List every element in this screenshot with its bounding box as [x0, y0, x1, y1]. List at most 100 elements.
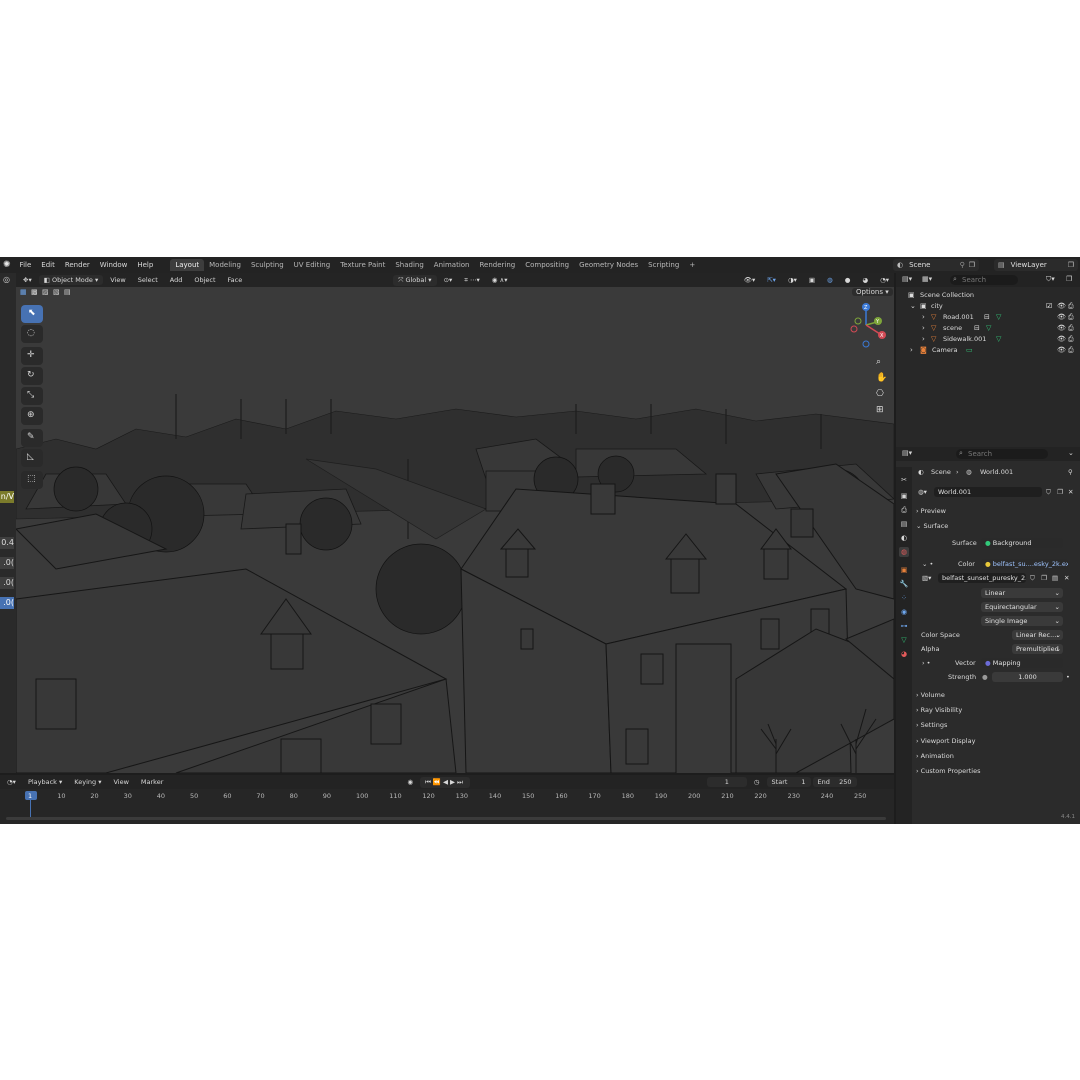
menu-marker[interactable]: Marker	[136, 777, 168, 787]
scene-selector[interactable]: ◐ Scene ⚲ ❐	[893, 259, 979, 271]
pin-icon[interactable]: ⚲	[960, 261, 965, 269]
outliner-row-scene[interactable]: › ▽ scene ⊟ ▽ 👁 ⎙	[896, 323, 1080, 334]
render-camera-icon[interactable]: ⎙	[1068, 313, 1074, 322]
add-workspace-button[interactable]: +	[684, 259, 700, 271]
shading-solid-icon[interactable]: ●	[840, 275, 856, 285]
display-mode-icon[interactable]: ▦▾	[922, 275, 932, 283]
tab-layout[interactable]: Layout	[170, 259, 205, 271]
playback-controls[interactable]: ⏮⏪◀▶⏭	[420, 776, 470, 788]
tab-modeling[interactable]: Modeling	[204, 259, 246, 271]
clock-icon[interactable]: ◷	[749, 777, 765, 787]
tab-animation[interactable]: Animation	[429, 259, 475, 271]
camera-view-icon[interactable]: ⎔	[876, 389, 884, 399]
duplicate-icon[interactable]: ❐	[1041, 574, 1047, 582]
tab-scripting[interactable]: Scripting	[643, 259, 684, 271]
menu-face[interactable]: Face	[223, 275, 248, 285]
new-collection-icon[interactable]: ❐	[1066, 275, 1072, 283]
render-tab-icon[interactable]: ▣	[899, 491, 909, 501]
panel-volume[interactable]: › Volume	[916, 691, 945, 699]
rotate-tool-icon[interactable]: ↻	[21, 367, 43, 385]
move-tool-icon[interactable]: ✛	[21, 347, 43, 365]
menu-render[interactable]: Render	[60, 261, 95, 269]
menu-keying[interactable]: Keying ▾	[69, 777, 106, 787]
xray-icon[interactable]: ▣	[804, 275, 820, 285]
image-name-field[interactable]: belfast_sunset_puresky_2...	[938, 573, 1026, 583]
select-intersect-icon[interactable]: ▤	[64, 288, 71, 296]
proportional-edit-icon[interactable]: ◉ ∧▾	[487, 275, 513, 285]
surface-shader-field[interactable]: ● Background	[981, 538, 1063, 548]
tab-rendering[interactable]: Rendering	[474, 259, 520, 271]
shading-rendered-icon[interactable]: ◔▾	[875, 275, 894, 285]
mode-selector[interactable]: ◧ Object Mode ▾	[38, 275, 104, 285]
unlink-icon[interactable]: ✕	[1068, 488, 1073, 496]
outliner-row-sidewalk[interactable]: › ▽ Sidewalk.001 ▽ 👁 ⎙	[896, 334, 1080, 345]
visibility-icon[interactable]: 👁	[1057, 335, 1066, 343]
menu-view-timeline[interactable]: View	[108, 777, 133, 787]
editor-type-icon[interactable]: ◎	[3, 275, 10, 284]
render-camera-icon[interactable]: ⎙	[1068, 335, 1074, 344]
panel-viewport-display[interactable]: › Viewport Display	[916, 737, 975, 745]
current-frame-field[interactable]: 1	[706, 777, 747, 787]
transform-tool-icon[interactable]: ⊕	[21, 407, 43, 425]
overlay-icon[interactable]: ◑▾	[783, 275, 802, 285]
breadcrumb-scene[interactable]: Scene	[931, 468, 951, 476]
editor-type-3d-icon[interactable]: ✥▾	[18, 275, 37, 285]
snap-icon[interactable]: ⌗ ⋯▾	[459, 275, 485, 286]
new-view-layer-icon[interactable]: ❐	[1068, 261, 1074, 269]
data-tab-icon[interactable]: ▽	[899, 635, 909, 645]
pivot-icon[interactable]: ⊙▾	[439, 275, 458, 285]
visibility-icon[interactable]: 👁	[1057, 324, 1066, 332]
menu-view[interactable]: View	[105, 275, 130, 285]
add-cube-tool-icon[interactable]: ⬚	[21, 471, 43, 489]
tab-compositing[interactable]: Compositing	[520, 259, 574, 271]
panel-surface[interactable]: ⌄ Surface	[916, 522, 948, 530]
shading-material-icon[interactable]: ◕	[857, 275, 873, 285]
strength-field[interactable]: 1.000	[992, 672, 1063, 682]
world-name-field[interactable]: World.001	[934, 487, 1042, 497]
tool-tab-icon[interactable]: ✂	[899, 475, 909, 485]
modifier-tab-icon[interactable]: 🔧	[899, 579, 909, 589]
record-icon[interactable]: ◉	[402, 777, 418, 787]
visibility-icon[interactable]: 👁	[1057, 313, 1066, 321]
tab-geometry-nodes[interactable]: Geometry Nodes	[574, 259, 643, 271]
world-type-icon[interactable]: ◍▾	[918, 488, 927, 496]
render-camera-icon[interactable]: ⎙	[1068, 324, 1074, 333]
end-frame-field[interactable]: End 250	[812, 777, 857, 787]
open-image-icon[interactable]: ▤	[1052, 574, 1058, 582]
checkbox-icon[interactable]: ☑	[1046, 302, 1052, 310]
panel-custom-properties[interactable]: › Custom Properties	[916, 767, 981, 775]
panel-animation[interactable]: › Animation	[916, 752, 954, 760]
properties-editor-icon[interactable]: ▤▾	[902, 449, 912, 457]
visibility-icon[interactable]: 👁	[1057, 302, 1066, 310]
menu-add[interactable]: Add	[165, 275, 188, 285]
measure-tool-icon[interactable]: ◺	[21, 449, 43, 467]
outliner-row-scene-collection[interactable]: ▣ Scene Collection	[896, 290, 1080, 301]
world-tab-icon[interactable]: ◍	[899, 547, 909, 557]
fake-user-icon[interactable]: ⛉	[1030, 574, 1035, 583]
menu-playback[interactable]: Playback ▾	[23, 777, 67, 787]
duplicate-icon[interactable]: ❐	[1057, 488, 1063, 496]
fake-user-icon[interactable]: ⛉	[1046, 488, 1051, 497]
render-camera-icon[interactable]: ⎙	[1068, 346, 1074, 355]
timeline-area[interactable]: 1 10 20 30 40 50 60 70 80 90 100 110 120 130 140 150 160…	[0, 789, 894, 824]
unlink-icon[interactable]: ✕	[1064, 574, 1069, 582]
scene-tab-icon[interactable]: ◐	[899, 533, 909, 543]
navigation-gizmo[interactable]: Z Y X	[844, 301, 892, 351]
annotate-tool-icon[interactable]: ✎	[21, 429, 43, 447]
start-frame-field[interactable]: Start 1	[766, 777, 811, 787]
blender-logo-icon[interactable]: ✺	[0, 260, 15, 270]
select-extend-icon[interactable]: ▩	[31, 288, 38, 296]
particles-tab-icon[interactable]: ⁘	[899, 593, 909, 603]
shading-wireframe-icon[interactable]: ◍	[822, 275, 838, 285]
material-tab-icon[interactable]: ◕	[899, 649, 909, 659]
select-new-icon[interactable]: ▦	[20, 288, 27, 296]
select-tool-icon[interactable]: ⬉	[21, 305, 43, 323]
vector-field[interactable]: ● Mapping	[981, 658, 1063, 668]
menu-select[interactable]: Select	[133, 275, 163, 285]
menu-edit[interactable]: Edit	[36, 261, 60, 269]
view-layer-selector[interactable]: ▤ ViewLayer ❐	[994, 259, 1078, 271]
output-tab-icon[interactable]: ⎙	[899, 505, 909, 515]
panel-settings[interactable]: › Settings	[916, 721, 947, 729]
menu-window[interactable]: Window	[95, 261, 133, 269]
pan-icon[interactable]: ✋	[876, 373, 887, 383]
